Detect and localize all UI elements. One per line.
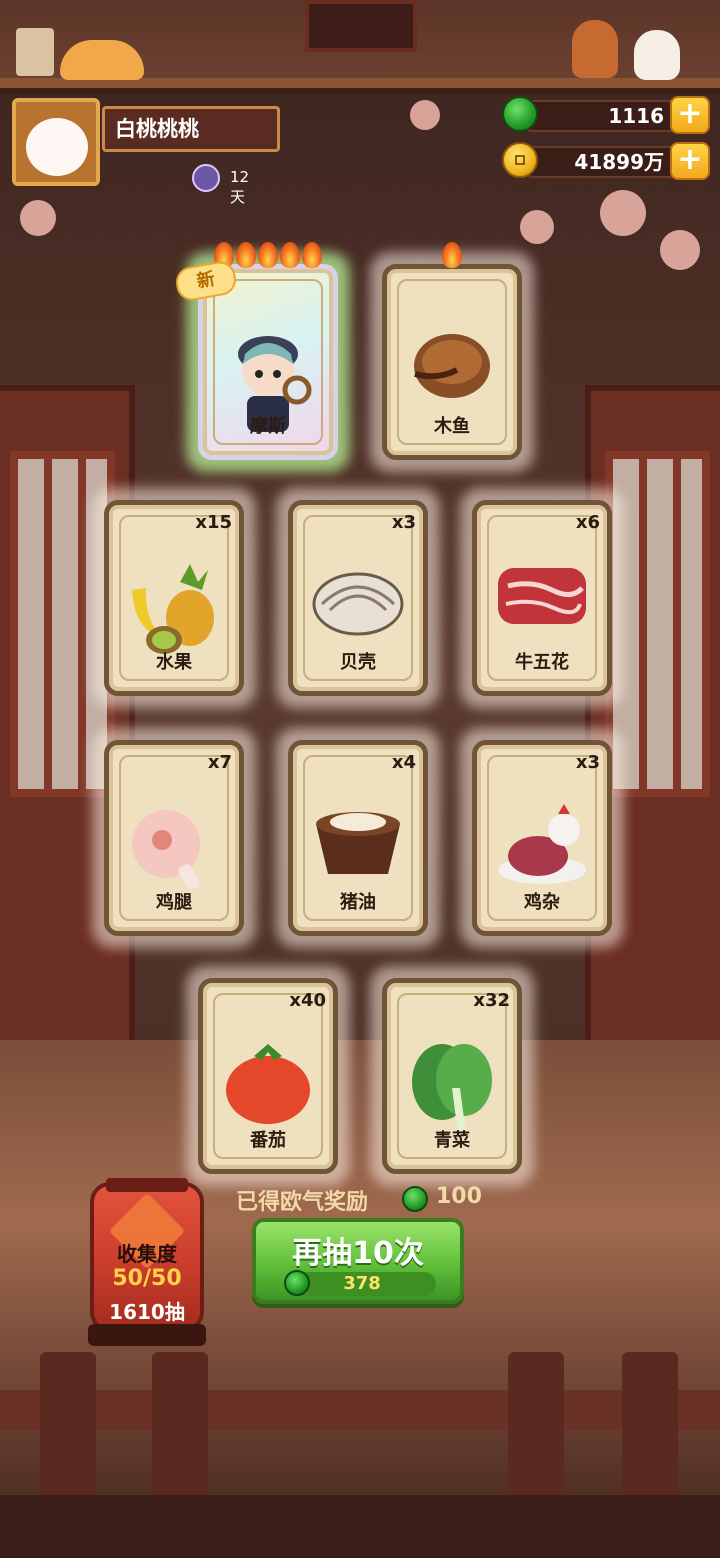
cat-mascot-icon: [60, 40, 144, 80]
fence-post: [508, 1352, 564, 1502]
fence-post: [152, 1352, 208, 1502]
redraw-cost: 378: [284, 1270, 436, 1296]
card-count: x7: [207, 752, 232, 773]
card-name: 摩斯: [250, 416, 286, 437]
blossom-decoration: [410, 100, 440, 130]
chicken-giblets-icon: [492, 800, 592, 894]
coin-currency: 41899万 +: [502, 142, 710, 180]
flame-icon: [258, 242, 278, 268]
card-count: x15: [195, 512, 232, 533]
result-card[interactable]: 木鱼: [370, 242, 534, 472]
card-count: x32: [473, 990, 510, 1011]
left-door: [0, 385, 135, 1050]
result-card[interactable]: x3 鸡杂: [460, 728, 624, 948]
redraw-label: 再抽10次: [292, 1236, 424, 1271]
notebook-icon: [16, 28, 54, 76]
fence-post: [622, 1352, 678, 1502]
card-count: x3: [575, 752, 600, 773]
lard-icon: [308, 800, 408, 884]
blossom-decoration: [660, 230, 700, 270]
result-card[interactable]: x32 青菜: [370, 966, 534, 1186]
coin-amount: 41899万: [518, 146, 688, 178]
result-card[interactable]: x3 贝壳: [276, 488, 440, 708]
redraw-10-button[interactable]: 再抽10次 378: [252, 1218, 464, 1304]
flame-icon: [280, 242, 300, 268]
total-draws: 1610抽: [109, 1300, 185, 1324]
add-coins-button[interactable]: +: [670, 142, 710, 180]
tomato-icon: [218, 1038, 318, 1132]
days-count: 12天: [230, 168, 250, 206]
right-door: [585, 385, 720, 1050]
player-name: 白桃桃桃: [102, 106, 280, 152]
partner-avatar-icon: [192, 164, 220, 192]
result-card[interactable]: x40 番茄: [186, 966, 350, 1186]
hanging-portrait: [305, 0, 417, 52]
bottom-strip: [0, 1495, 720, 1558]
card-name: 猪油: [340, 892, 376, 913]
shell-icon: [308, 560, 408, 644]
card-name: 鸡杂: [524, 892, 560, 913]
blossom-decoration: [520, 210, 554, 244]
jade-icon: [502, 96, 538, 132]
fence-post: [40, 1352, 96, 1502]
fence-rail: [0, 1390, 720, 1430]
card-name: 牛五花: [515, 652, 569, 673]
cat-avatar-icon: [26, 118, 88, 176]
collection-title: 收集度: [117, 1242, 177, 1266]
card-name: 木鱼: [434, 416, 470, 437]
beef-icon: [492, 560, 592, 634]
result-card[interactable]: x7 鸡腿: [92, 728, 256, 948]
white-cat-mascot-icon: [634, 30, 680, 80]
card-name: 贝壳: [340, 652, 376, 673]
coin-icon: [502, 142, 538, 178]
reward-label: 已得欧气奖励: [236, 1190, 369, 1215]
jade-amount: 1116: [518, 100, 688, 132]
redraw-cost-value: 378: [343, 1273, 381, 1294]
card-name: 青菜: [434, 1130, 470, 1151]
card-name: 鸡腿: [156, 892, 192, 913]
blossom-decoration: [20, 200, 56, 236]
reward-value: 100: [436, 1184, 482, 1209]
flame-icon: [236, 242, 256, 268]
result-card[interactable]: x15 水果: [92, 488, 256, 708]
jade-icon: [402, 1186, 428, 1212]
result-card[interactable]: x4 猪油: [276, 728, 440, 948]
card-name: 番茄: [250, 1130, 286, 1151]
jade-currency: 1116 +: [502, 96, 710, 134]
card-count: x40: [289, 990, 326, 1011]
result-card[interactable]: x6 牛五花: [460, 488, 624, 708]
card-name: 水果: [156, 652, 192, 673]
card-count: x6: [575, 512, 600, 533]
chef-mascot-icon: [572, 20, 618, 78]
blossom-decoration: [600, 190, 646, 236]
lantern-stand: [88, 1324, 206, 1346]
avatar[interactable]: [12, 98, 100, 186]
collection-progress: 50/50: [112, 1266, 182, 1291]
flame-icon: [302, 242, 322, 268]
collection-lantern[interactable]: 收集度 50/50 1610抽: [90, 1178, 204, 1332]
flame-icon: [442, 242, 462, 268]
result-card[interactable]: 新摩斯: [173, 242, 350, 472]
wooden-fish-icon: [407, 324, 497, 408]
card-count: x3: [391, 512, 416, 533]
card-count: x4: [391, 752, 416, 773]
rarity-flames: [382, 242, 522, 272]
add-jade-button[interactable]: +: [670, 96, 710, 134]
